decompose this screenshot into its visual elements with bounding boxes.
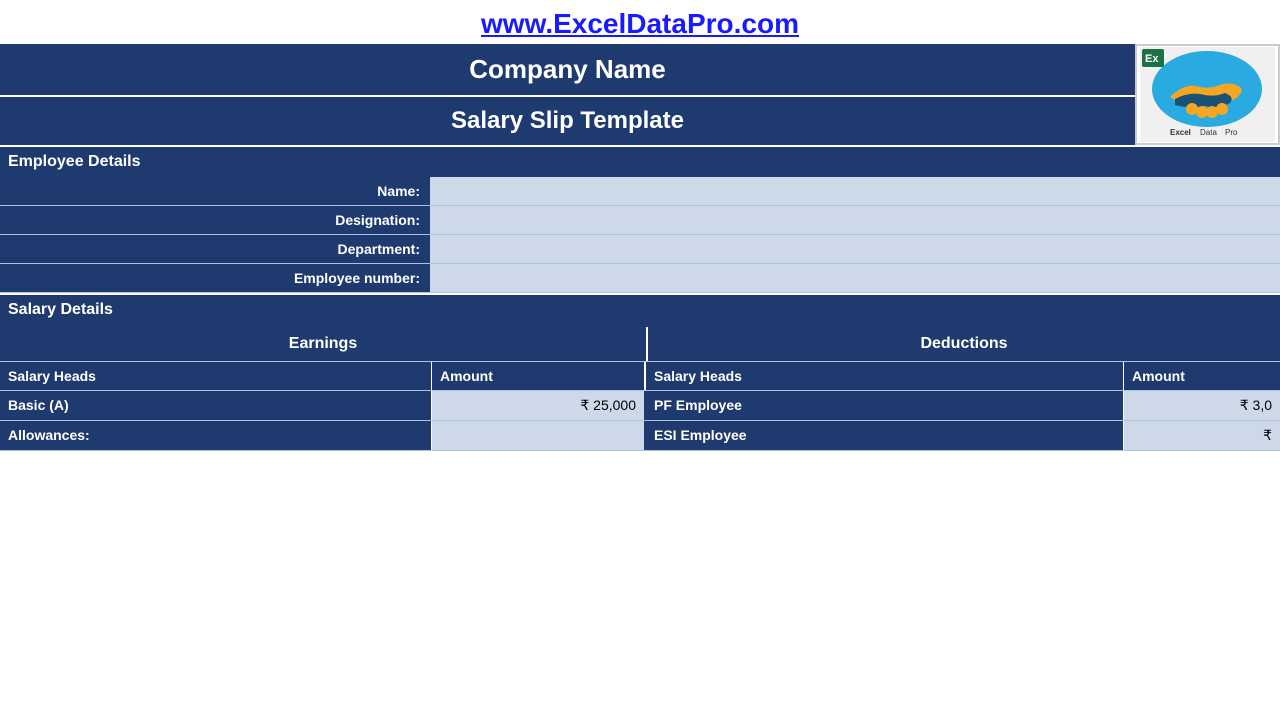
- deduction-amount-1: ₹ 3,0: [1124, 391, 1280, 420]
- earning-head-1: Basic (A): [0, 391, 432, 420]
- table-row: Employee number:: [0, 264, 1280, 293]
- earnings-amount-col-header: Amount: [432, 362, 646, 390]
- name-label: Name:: [0, 177, 430, 206]
- earning-head-2: Allowances:: [0, 421, 432, 450]
- table-row: Department:: [0, 235, 1280, 264]
- designation-label: Designation:: [0, 206, 430, 235]
- earnings-header: Earnings: [0, 327, 648, 361]
- deduction-head-2: ESI Employee: [646, 421, 1124, 450]
- company-name: Company Name: [469, 54, 666, 84]
- sub-headers-row: Salary Heads Amount Salary Heads Amount: [0, 361, 1280, 391]
- deductions-salary-heads-col-header: Salary Heads: [646, 362, 1124, 390]
- deduction-amount-2: ₹: [1124, 421, 1280, 450]
- svg-text:Data: Data: [1200, 128, 1217, 137]
- deduction-head-1: PF Employee: [646, 391, 1124, 420]
- top-section: Company Name Salary Slip Template: [0, 44, 1280, 145]
- department-value[interactable]: [430, 235, 1280, 264]
- earning-amount-2: [432, 421, 646, 450]
- website-link[interactable]: www.ExcelDataPro.com: [481, 8, 799, 39]
- emp-number-label: Employee number:: [0, 264, 430, 293]
- name-value[interactable]: [430, 177, 1280, 206]
- logo-block: Ex Excel Data Pro: [1135, 44, 1280, 145]
- table-row: Designation:: [0, 206, 1280, 235]
- svg-text:Excel: Excel: [1170, 128, 1191, 137]
- earnings-deductions-header: Earnings Deductions: [0, 325, 1280, 361]
- employee-details-header: Employee Details: [0, 145, 1280, 177]
- salary-details-header: Salary Details: [0, 293, 1280, 325]
- emp-number-value[interactable]: [430, 264, 630, 293]
- svg-text:Pro: Pro: [1225, 128, 1238, 137]
- salary-data-row-1: Basic (A) ₹ 25,000 PF Employee ₹ 3,0: [0, 391, 1280, 421]
- title-block: Company Name Salary Slip Template: [0, 44, 1135, 145]
- company-name-row: Company Name: [0, 44, 1135, 97]
- slip-title: Salary Slip Template: [451, 107, 684, 134]
- slip-title-row: Salary Slip Template: [0, 97, 1135, 145]
- svg-text:Ex: Ex: [1145, 53, 1159, 65]
- page-wrapper: www.ExcelDataPro.com Company Name Salary…: [0, 0, 1280, 720]
- header-link-row: www.ExcelDataPro.com: [0, 0, 1280, 44]
- earnings-salary-heads-col-header: Salary Heads: [0, 362, 432, 390]
- table-row: Name:: [0, 177, 1280, 206]
- department-label: Department:: [0, 235, 430, 264]
- deductions-amount-col-header: Amount: [1124, 362, 1280, 390]
- emp-number-value2[interactable]: [630, 264, 1280, 293]
- earning-amount-1: ₹ 25,000: [432, 391, 646, 420]
- designation-value[interactable]: [430, 206, 1280, 235]
- deductions-header: Deductions: [648, 327, 1280, 361]
- salary-data-row-2: Allowances: ESI Employee ₹: [0, 421, 1280, 451]
- logo-svg: Ex Excel Data Pro: [1140, 47, 1275, 142]
- employee-table: Name: Designation: Department: Employee …: [0, 177, 1280, 293]
